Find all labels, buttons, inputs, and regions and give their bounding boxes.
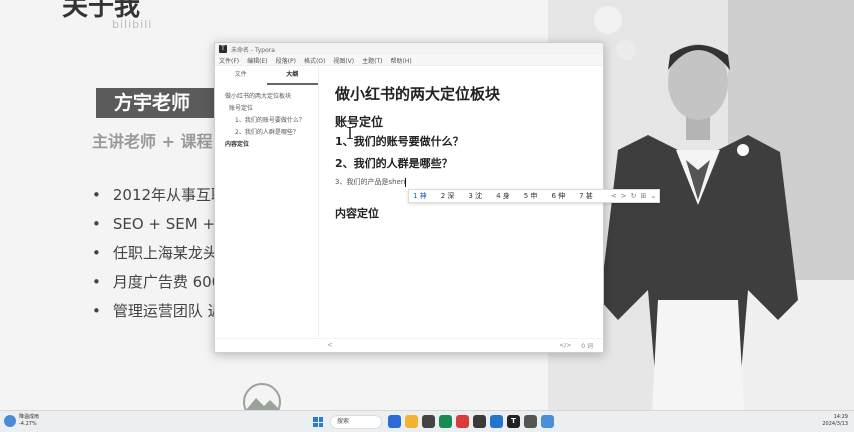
ime-candidate[interactable]: 2 深 xyxy=(441,191,455,201)
title-bar[interactable]: T 未命名 - Typora xyxy=(215,43,603,55)
text-cursor-icon xyxy=(346,124,354,140)
taskbar-app-icon[interactable] xyxy=(422,415,435,428)
taskbar-app-icon[interactable] xyxy=(524,415,537,428)
teacher-name-badge: 方宇老师 xyxy=(96,88,216,118)
text-caret xyxy=(405,177,407,187)
menu-bar: 文件(F) 编辑(E) 段落(P) 格式(O) 视图(V) 主题(T) 帮助(H… xyxy=(215,55,603,66)
taskbar-app-icon[interactable] xyxy=(388,415,401,428)
ime-candidate-bar: 1 神 2 深 3 沈 4 身 5 申 6 伸 7 甚 < > ↻ ⊞ ⌄ xyxy=(408,189,660,203)
taskbar-app-icon[interactable] xyxy=(541,415,554,428)
ime-next-page-icon[interactable]: > xyxy=(621,192,627,200)
typora-app-icon: T xyxy=(219,45,227,53)
ime-prev-page-icon[interactable]: < xyxy=(611,192,617,200)
sidebar: 文件 大纲 做小红书的两大定位板块 账号定位 1、我们的账号要做什么？ 2、我们… xyxy=(215,67,319,337)
ime-candidate[interactable]: 6 伸 xyxy=(551,191,565,201)
taskbar-app-icon[interactable] xyxy=(439,415,452,428)
outline-item[interactable]: 做小红书的两大定位板块 xyxy=(225,91,318,103)
taskbar-app-icon[interactable]: T xyxy=(507,415,520,428)
ime-grid-icon[interactable]: ⊞ xyxy=(640,192,646,200)
taskbar-app-icon[interactable] xyxy=(490,415,503,428)
source-mode-button[interactable]: </> xyxy=(559,342,571,349)
start-button[interactable] xyxy=(313,417,323,427)
ime-refresh-icon[interactable]: ↻ xyxy=(631,192,637,200)
taskbar-apps: T xyxy=(388,415,558,428)
sidebar-tabs: 文件 大纲 xyxy=(215,67,318,85)
weather-widget[interactable]: 降温成雨 -4.27% xyxy=(4,414,39,428)
taskbar-app-icon[interactable] xyxy=(456,415,469,428)
taskbar-search[interactable]: 搜索 xyxy=(330,415,382,429)
menu-file[interactable]: 文件(F) xyxy=(219,56,239,65)
outline-item[interactable]: 内容定位 xyxy=(225,139,318,151)
weather-icon xyxy=(4,415,16,427)
window-title: 未命名 - Typora xyxy=(231,46,275,54)
ime-candidate[interactable]: 7 甚 xyxy=(579,191,593,201)
outline-item[interactable]: 1、我们的账号要做什么？ xyxy=(225,115,318,127)
tab-files[interactable]: 文件 xyxy=(215,67,267,85)
tab-outline[interactable]: 大纲 xyxy=(266,67,318,85)
doc-typing-line[interactable]: 3、我们的产品是shen xyxy=(335,177,595,189)
doc-item-1[interactable]: 1、我们的账号要做什么？ xyxy=(335,133,595,155)
menu-view[interactable]: 视图(V) xyxy=(333,56,354,65)
doc-heading-1[interactable]: 做小红书的两大定位板块 xyxy=(335,83,595,109)
ime-candidate[interactable]: 5 申 xyxy=(524,191,538,201)
taskbar-app-icon[interactable] xyxy=(405,415,418,428)
outline-item[interactable]: 2、我们的人群是哪些？ xyxy=(225,127,318,139)
system-clock[interactable]: 14:29 2024/3/13 xyxy=(822,414,848,428)
taskbar: 降温成雨 -4.27% 搜索 T 14:29 2024/3/13 xyxy=(0,410,854,432)
doc-item-2[interactable]: 2、我们的人群是哪些？ xyxy=(335,155,595,177)
doc-heading-account[interactable]: 账号定位 xyxy=(335,113,595,133)
menu-edit[interactable]: 编辑(E) xyxy=(247,56,267,65)
teacher-role: 主讲老师 + 课程 xyxy=(92,132,213,151)
menu-format[interactable]: 格式(O) xyxy=(304,56,325,65)
ime-expand-icon[interactable]: ⌄ xyxy=(650,192,656,200)
menu-paragraph[interactable]: 段落(P) xyxy=(276,56,296,65)
menu-help[interactable]: 帮助(H) xyxy=(391,56,412,65)
weather-value: -4.27% xyxy=(19,421,37,427)
slide-subtitle: bilibili xyxy=(112,18,153,31)
ime-candidate[interactable]: 3 沈 xyxy=(468,191,482,201)
ime-candidate[interactable]: 1 神 xyxy=(413,191,427,201)
ime-candidate[interactable]: 4 身 xyxy=(496,191,510,201)
menu-theme[interactable]: 主题(T) xyxy=(362,56,382,65)
taskbar-app-icon[interactable] xyxy=(473,415,486,428)
weather-label: 降温成雨 xyxy=(19,414,40,420)
word-count[interactable]: 0 词 xyxy=(581,341,593,350)
outline-item[interactable]: 账号定位 xyxy=(225,103,318,115)
clock-time: 14:29 xyxy=(833,414,848,420)
clock-date: 2024/3/13 xyxy=(822,421,848,427)
brand-logo xyxy=(238,382,286,410)
doc-heading-content[interactable]: 内容定位 xyxy=(335,205,595,221)
outline-tree: 做小红书的两大定位板块 账号定位 1、我们的账号要做什么？ 2、我们的人群是哪些… xyxy=(215,85,318,151)
status-bar: </> 0 词 xyxy=(215,338,603,352)
